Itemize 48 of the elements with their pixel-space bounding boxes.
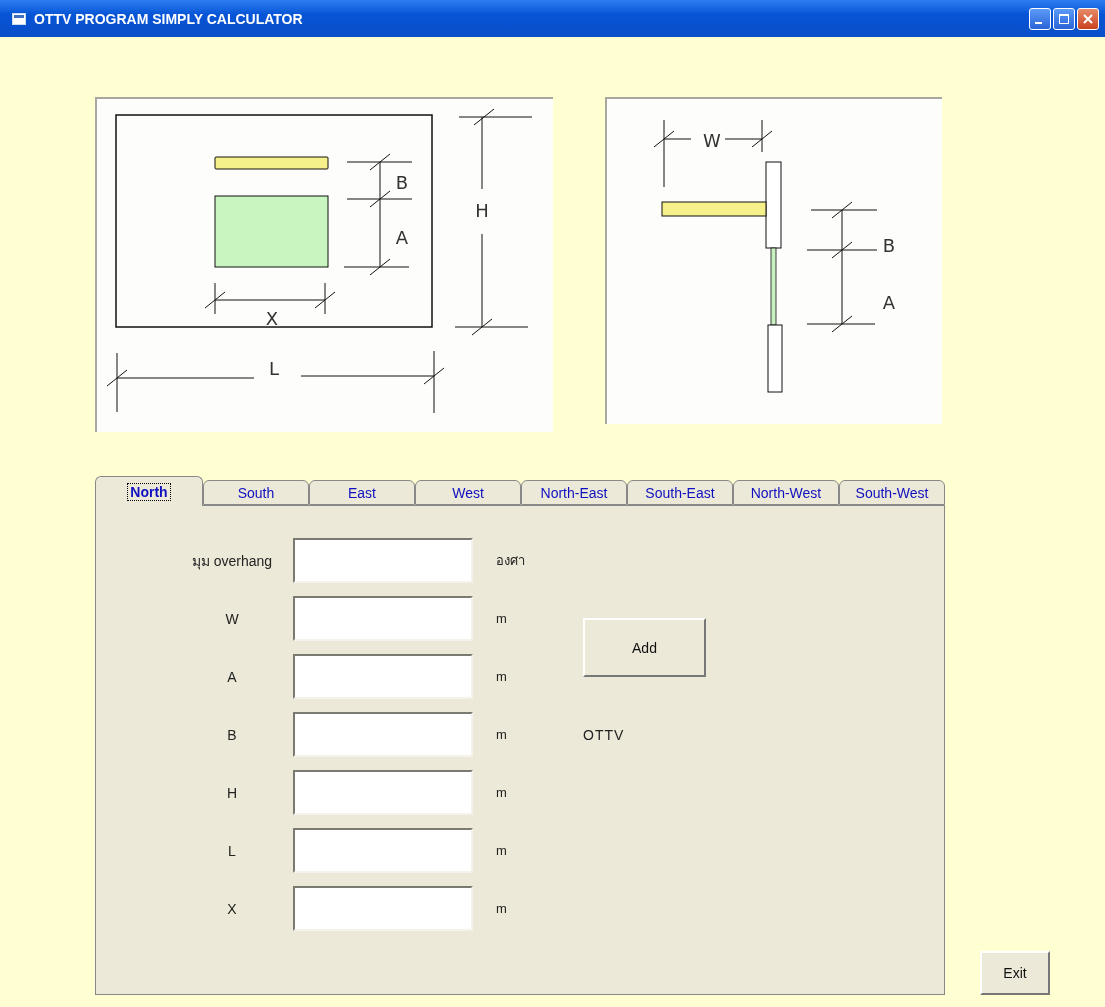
unit-label: m xyxy=(496,669,507,684)
field-label: มุม overhang xyxy=(191,551,273,572)
unit-label: m xyxy=(496,843,507,858)
unit-label: m xyxy=(496,611,507,626)
field-label: A xyxy=(227,668,237,685)
unit-label: m xyxy=(496,727,507,742)
field-label: W xyxy=(225,610,239,627)
dimension-label: L xyxy=(269,358,279,379)
input-field[interactable] xyxy=(293,596,473,641)
close-button[interactable] xyxy=(1077,7,1099,30)
result-label: OTTV xyxy=(583,726,625,743)
input-field[interactable] xyxy=(293,770,473,815)
maximize-button[interactable] xyxy=(1053,7,1075,30)
direction-tab[interactable]: South xyxy=(203,480,309,505)
field-label: B xyxy=(227,726,237,743)
input-field[interactable] xyxy=(293,654,473,699)
direction-tab[interactable]: South-West xyxy=(839,480,945,505)
dimension-label: B xyxy=(395,172,409,193)
minimize-button[interactable] xyxy=(1029,7,1051,30)
direction-tab[interactable]: West xyxy=(415,480,521,505)
field-label: H xyxy=(226,784,238,801)
direction-tab[interactable]: South-East xyxy=(627,480,733,505)
maximize-icon xyxy=(1058,12,1070,25)
unit-label: m xyxy=(496,785,507,800)
dimension-label: B xyxy=(882,235,896,256)
minimize-icon xyxy=(1035,21,1042,24)
input-field[interactable] xyxy=(293,538,473,583)
dimension-label: H xyxy=(475,200,489,221)
dimension-label: W xyxy=(703,130,721,151)
input-field[interactable] xyxy=(293,886,473,931)
input-field[interactable] xyxy=(293,828,473,873)
add-button[interactable]: Add xyxy=(583,618,706,677)
exit-button[interactable]: Exit xyxy=(980,951,1050,995)
window-title: OTTV PROGRAM SIMPLY CALCULATOR xyxy=(34,10,304,27)
dimension-label: X xyxy=(265,308,279,329)
direction-tab[interactable]: North-West xyxy=(733,480,839,505)
direction-tab[interactable]: North-East xyxy=(521,480,627,505)
field-label: L xyxy=(228,842,236,859)
input-field[interactable] xyxy=(293,712,473,757)
unit-label: m xyxy=(496,901,507,916)
dimension-label: A xyxy=(395,227,409,248)
window-icon xyxy=(12,12,26,25)
unit-label: องศา xyxy=(496,552,525,570)
direction-tab[interactable]: East xyxy=(309,480,415,505)
dimension-label: A xyxy=(882,292,896,313)
field-label: X xyxy=(227,900,237,917)
close-icon xyxy=(1082,12,1094,25)
direction-tab[interactable]: North xyxy=(95,476,203,506)
